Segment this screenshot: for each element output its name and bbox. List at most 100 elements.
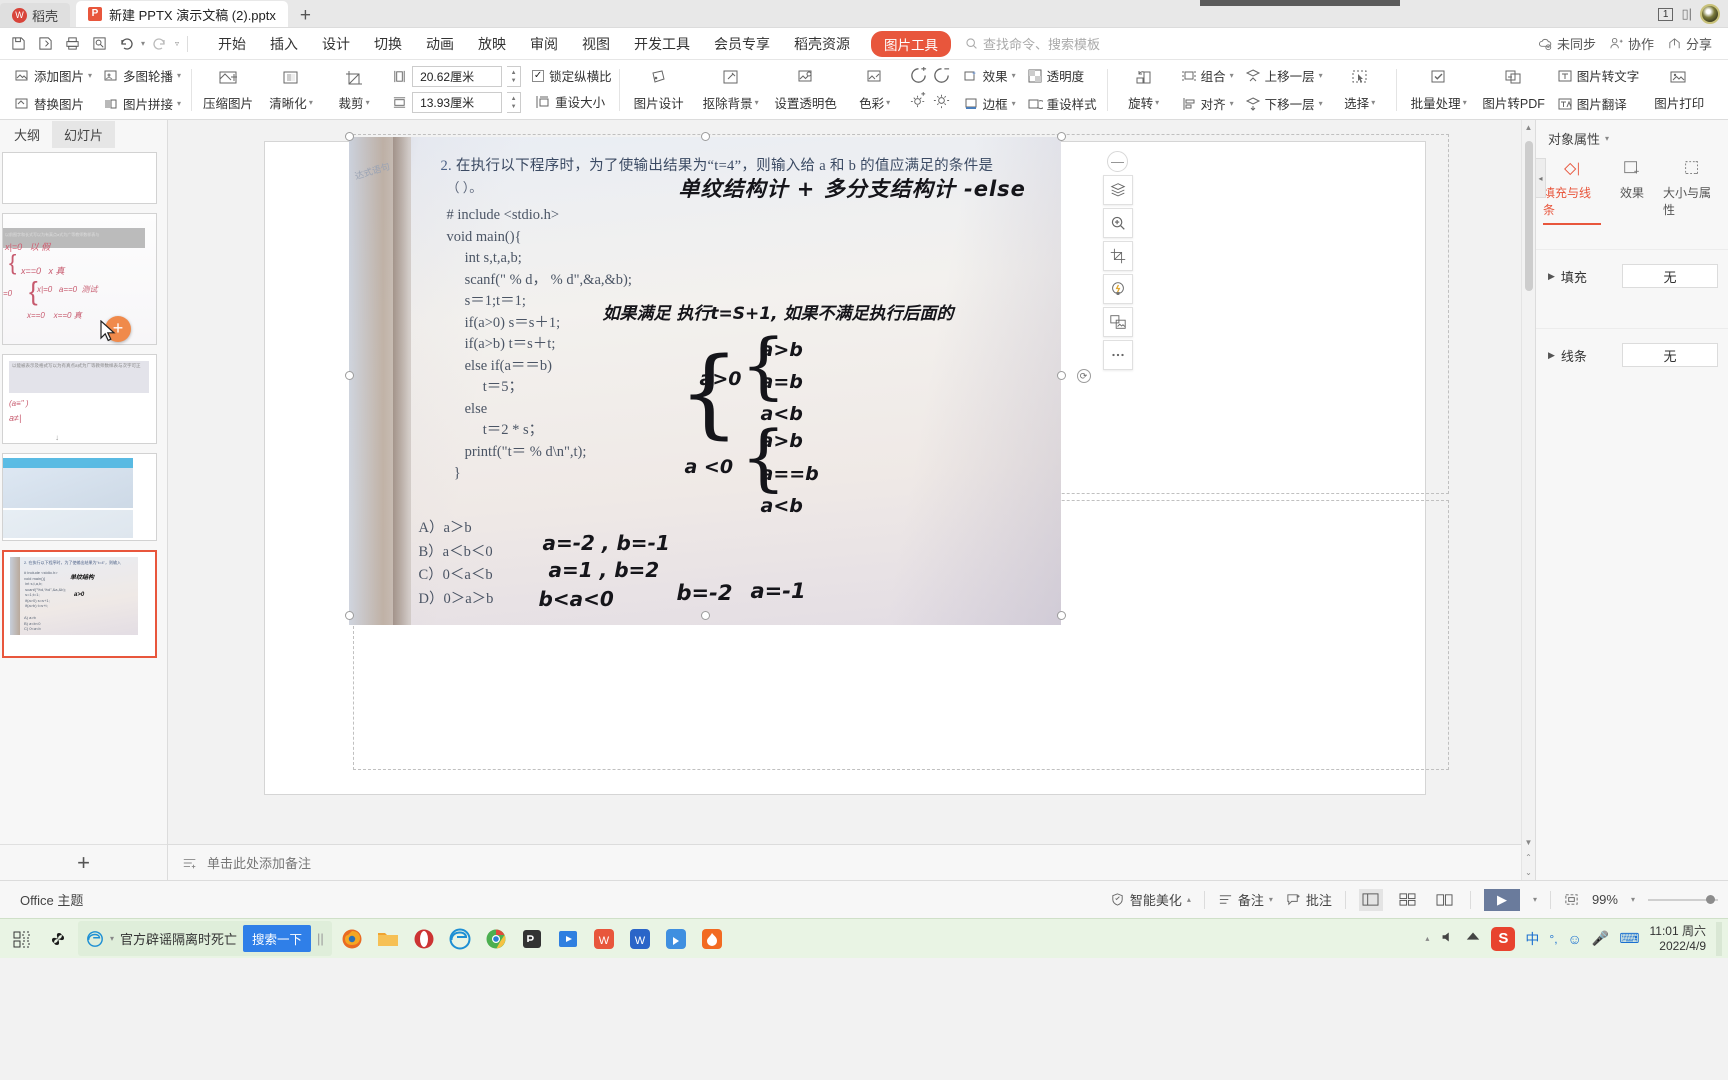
sharpen-button[interactable]: 清晰化 ▾ xyxy=(262,65,320,115)
chevron-down-icon[interactable]: ▾ xyxy=(1319,71,1323,80)
chevron-down-icon[interactable]: ▾ xyxy=(1371,98,1375,107)
batch-process-button[interactable]: 批量处理 ▾ xyxy=(1404,65,1474,115)
effects-button[interactable]: 效果 ▾ xyxy=(960,64,1019,87)
ime-toolbox-icon[interactable]: ⌨ xyxy=(1619,930,1639,947)
expand-triangle-icon[interactable]: ▶ xyxy=(1548,350,1555,361)
theme-label[interactable]: Office 主题 xyxy=(20,890,83,909)
picture-design-button[interactable]: 图片设计 xyxy=(627,65,691,115)
tab-fill-and-line[interactable]: 填充与线条 xyxy=(1543,159,1601,225)
ime-emoji-icon[interactable]: ☺ xyxy=(1568,931,1582,947)
chevron-down-icon[interactable]: ▾ xyxy=(110,934,114,943)
set-transparent-color-button[interactable]: 设置透明色 xyxy=(771,65,841,115)
opera-button[interactable] xyxy=(408,923,440,955)
chevron-down-icon[interactable]: ▾ xyxy=(366,98,370,107)
fit-to-window-button[interactable] xyxy=(1564,892,1579,907)
notes-pane[interactable]: 单击此处添加备注 xyxy=(168,844,1521,880)
wps-button[interactable]: W xyxy=(588,923,620,955)
slide-thumbnail-2[interactable]: 以前图字和长式写以为有真点a式为广等教师数样表与 x|=0 以 假 x==0 x… xyxy=(2,213,157,345)
chevron-down-icon[interactable]: ▾ xyxy=(1269,895,1273,904)
scroll-track[interactable] xyxy=(1522,135,1535,835)
selection-handle-tr[interactable] xyxy=(1056,132,1066,141)
edge-browser-button[interactable] xyxy=(444,923,476,955)
avatar[interactable] xyxy=(1700,4,1720,24)
tab-effects[interactable]: 效果 xyxy=(1603,159,1661,225)
pdf-app-button[interactable] xyxy=(516,923,548,955)
reading-view-button[interactable] xyxy=(1433,889,1457,911)
customize-toolbar-icon[interactable]: ▿ xyxy=(175,39,179,48)
selection-handle-tl[interactable] xyxy=(344,132,354,141)
inserted-picture[interactable]: 达式语句 2. 在执行以下程序时，为了使输出结果为“t=4”，则输入给 a 和 … xyxy=(348,137,1061,625)
zoom-in-button[interactable] xyxy=(1102,208,1133,238)
zoom-dropdown-icon[interactable]: ▾ xyxy=(1631,895,1635,904)
reset-size-button[interactable]: 重设大小 xyxy=(532,90,612,113)
sogou-ime-icon[interactable]: S xyxy=(1491,926,1516,951)
collaborate-button[interactable]: 协作 xyxy=(1609,34,1654,53)
network-icon[interactable] xyxy=(1465,929,1481,948)
selection-handle-bl[interactable] xyxy=(344,611,354,620)
panel-title[interactable]: 对象属性 ▾ xyxy=(1536,120,1728,155)
carousel-button[interactable]: 多图轮播 ▾ xyxy=(100,64,184,87)
picture-to-text-button[interactable]: 图片转文字 xyxy=(1554,64,1643,87)
show-desktop-button[interactable] xyxy=(1716,921,1722,956)
app-tab-daoke[interactable]: W 稻壳 xyxy=(0,3,71,27)
smart-design-button[interactable] xyxy=(1102,274,1133,304)
picture-print-button[interactable]: 图片打印 xyxy=(1647,65,1711,115)
rotate-button[interactable]: 旋转 ▾ xyxy=(1115,65,1173,115)
chevron-down-icon[interactable]: ▾ xyxy=(1012,99,1016,108)
selection-handle-tc[interactable] xyxy=(700,132,710,141)
print-preview-icon[interactable] xyxy=(87,32,111,56)
selection-handle-ml[interactable] xyxy=(344,371,354,380)
share-button[interactable]: 分享 xyxy=(1667,34,1712,53)
align-button[interactable]: 对齐 ▾ xyxy=(1178,92,1237,115)
expand-triangle-icon[interactable]: ▶ xyxy=(1548,271,1555,282)
property-row-line[interactable]: ▶ 线条 无 xyxy=(1536,328,1728,381)
picture-to-pdf-button[interactable]: 图片转PDF xyxy=(1479,65,1549,115)
zoom-level-label[interactable]: 99% xyxy=(1592,892,1618,907)
wps-writer-button[interactable]: W xyxy=(624,923,656,955)
picture-height-field[interactable]: 20.62厘米 ▲ ▼ xyxy=(392,66,522,87)
selection-handle-br[interactable] xyxy=(1056,611,1066,620)
decrease-contrast-icon[interactable] xyxy=(932,66,951,88)
menu-item-6[interactable]: 审阅 xyxy=(519,30,569,58)
slide-thumbnail-5[interactable]: 2. 在执行以下程序时，为了使输出结果为"t=4"，则输入 # include … xyxy=(2,550,157,658)
replace-image-button[interactable] xyxy=(1102,307,1133,337)
tab-picture-tools[interactable]: 图片工具 xyxy=(871,30,952,57)
property-row-fill[interactable]: ▶ 填充 无 xyxy=(1536,249,1728,302)
print-icon[interactable] xyxy=(60,32,84,56)
scroll-down-arrow[interactable]: ▼ xyxy=(1525,835,1533,850)
chevron-down-icon[interactable]: ▾ xyxy=(177,99,181,108)
height-spinner[interactable]: ▲ ▼ xyxy=(507,66,522,87)
picture-width-input[interactable]: 13.93厘米 xyxy=(412,92,503,113)
fan-icon[interactable] xyxy=(42,923,74,955)
video-app-button[interactable] xyxy=(552,923,584,955)
undo-icon[interactable] xyxy=(114,32,138,56)
menu-item-9[interactable]: 会员专享 xyxy=(703,30,781,58)
flame-app-button[interactable] xyxy=(696,923,728,955)
width-spinner[interactable]: ▲ ▼ xyxy=(507,92,522,113)
decrease-brightness-icon[interactable] xyxy=(932,91,951,113)
smart-beautify-button[interactable]: 智能美化 ▴ xyxy=(1110,890,1191,909)
chevron-down-icon[interactable]: ▾ xyxy=(1012,71,1016,80)
zoom-slider[interactable] xyxy=(1648,894,1718,904)
slide-thumbnail-1[interactable] xyxy=(2,152,157,204)
redo-icon[interactable] xyxy=(148,32,172,56)
scroll-thumb[interactable] xyxy=(1525,141,1533,291)
layers-button[interactable] xyxy=(1102,175,1133,205)
firefox-button[interactable] xyxy=(336,923,368,955)
sync-status[interactable]: 未同步 xyxy=(1538,34,1596,53)
new-tab-button[interactable]: + xyxy=(288,5,323,27)
command-search[interactable]: 查找命令、搜索模板 xyxy=(965,34,1100,53)
tab-outline[interactable]: 大纲 xyxy=(2,121,52,148)
normal-view-button[interactable] xyxy=(1358,888,1383,911)
undo-dropdown-icon[interactable]: ▾ xyxy=(141,39,145,48)
add-picture-button[interactable]: 添加图片 ▾ xyxy=(11,64,95,87)
canvas-vertical-scrollbar[interactable]: ▲ ▼ ⌃ ⌄ xyxy=(1521,120,1535,880)
chevron-down-icon[interactable]: ▾ xyxy=(1605,134,1609,143)
checkbox-icon[interactable]: ✓ xyxy=(532,69,545,82)
picture-height-input[interactable]: 20.62厘米 xyxy=(412,66,503,87)
chevron-down-icon[interactable]: ▾ xyxy=(1319,99,1323,108)
crop-button[interactable] xyxy=(1102,241,1133,271)
taskbar-clock[interactable]: 11:01 周六 2022/4/9 xyxy=(1650,924,1707,954)
picture-width-field[interactable]: 13.93厘米 ▲ ▼ xyxy=(392,92,522,113)
save-icon[interactable] xyxy=(6,32,30,56)
